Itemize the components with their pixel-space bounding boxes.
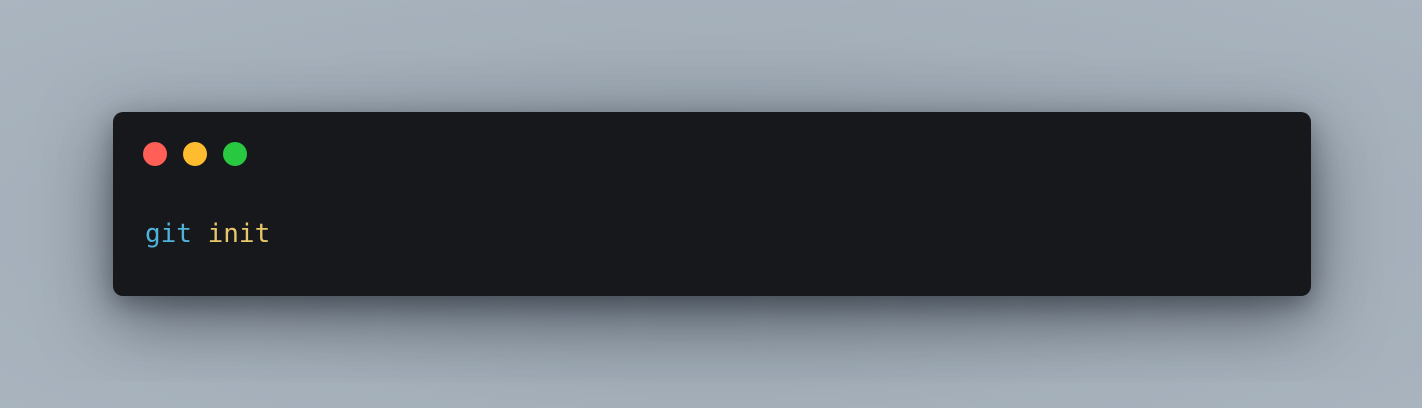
minimize-dot-icon: [183, 142, 207, 166]
code-argument: init: [207, 219, 271, 249]
close-dot-icon: [143, 142, 167, 166]
zoom-dot-icon: [223, 142, 247, 166]
code-block: git init: [145, 215, 270, 253]
code-window: git init: [113, 112, 1311, 296]
code-command: git: [145, 219, 192, 249]
window-controls: [143, 142, 247, 166]
